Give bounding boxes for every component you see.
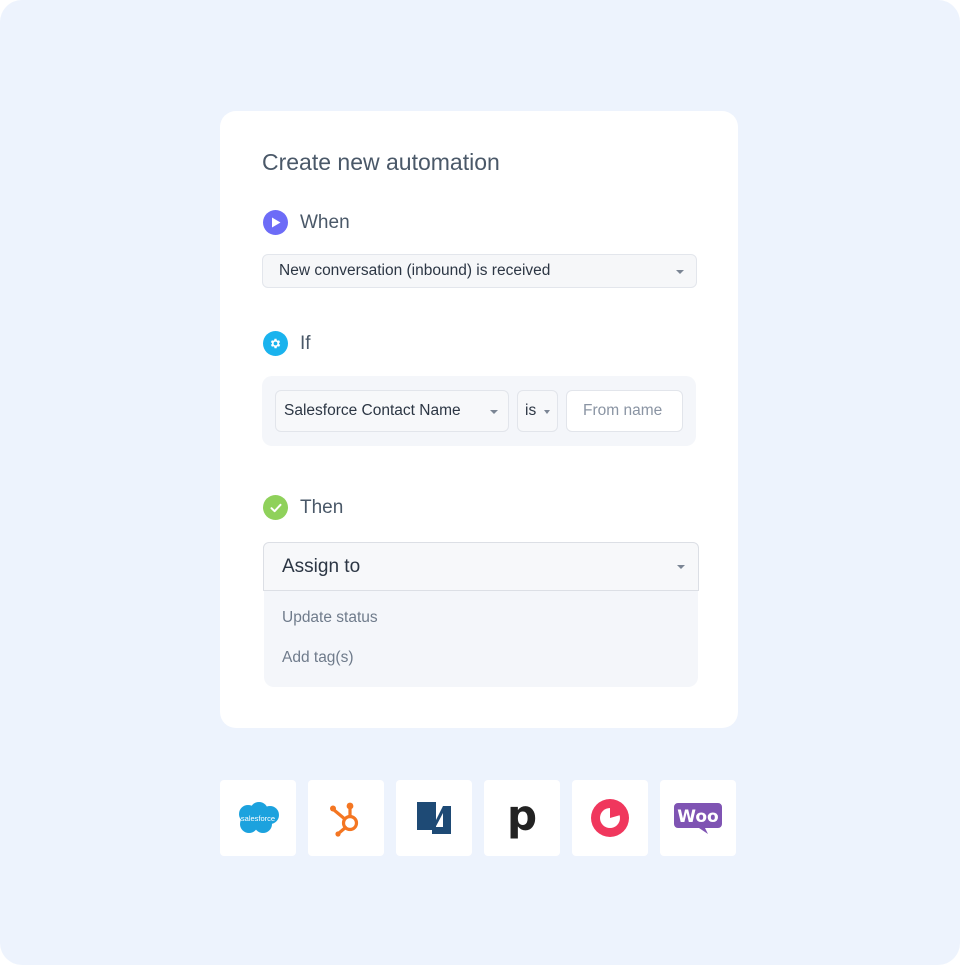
condition-value-input[interactable]: [566, 390, 683, 432]
chevron-down-icon: [676, 270, 684, 274]
action-option-update-status[interactable]: Update status: [264, 607, 698, 647]
condition-row: Salesforce Contact Name is: [262, 376, 696, 446]
salesforce-logo-tile: salesforce: [220, 780, 296, 856]
hubspot-icon: [330, 802, 359, 837]
if-section-header: If: [263, 331, 311, 356]
salesforce-icon: salesforce: [239, 802, 279, 833]
condition-operator-value: is: [525, 402, 537, 419]
netsuite-logo-tile: [396, 780, 472, 856]
trigger-select-value: New conversation (inbound) is received: [279, 262, 551, 279]
then-label: Then: [300, 496, 344, 518]
copper-icon: [591, 799, 629, 837]
svg-text:Woo: Woo: [677, 807, 719, 827]
copper-logo-tile: [572, 780, 648, 856]
automation-card: Create new automation When New conversat…: [220, 111, 738, 728]
check-icon: [263, 495, 288, 520]
chevron-down-icon: [490, 410, 498, 414]
pipedrive-logo-tile: p: [484, 780, 560, 856]
when-label: When: [300, 211, 350, 233]
when-section-header: When: [263, 210, 350, 235]
then-section-header: Then: [263, 495, 343, 520]
play-icon: [263, 210, 288, 235]
integration-logos: salesforce p Woo: [220, 780, 736, 856]
gear-icon: [263, 331, 288, 356]
chevron-down-icon: [544, 410, 550, 414]
pipedrive-icon: p: [506, 791, 538, 840]
if-label: If: [300, 332, 311, 354]
svg-text:salesforce: salesforce: [241, 814, 275, 823]
condition-field-select[interactable]: Salesforce Contact Name: [275, 390, 509, 432]
condition-operator-select[interactable]: is: [517, 390, 558, 432]
woocommerce-logo-tile: Woo: [660, 780, 736, 856]
action-option-add-tags[interactable]: Add tag(s): [264, 647, 698, 687]
page-title: Create new automation: [262, 149, 500, 175]
action-select-value: Assign to: [282, 555, 361, 577]
trigger-select[interactable]: New conversation (inbound) is received: [262, 254, 697, 288]
chevron-down-icon: [677, 565, 685, 569]
woocommerce-icon: Woo: [674, 803, 722, 834]
netsuite-icon: [417, 802, 451, 834]
condition-field-value: Salesforce Contact Name: [284, 402, 461, 419]
action-dropdown-menu: Update status Add tag(s): [264, 591, 698, 687]
hubspot-logo-tile: [308, 780, 384, 856]
action-select[interactable]: Assign to: [263, 542, 699, 591]
